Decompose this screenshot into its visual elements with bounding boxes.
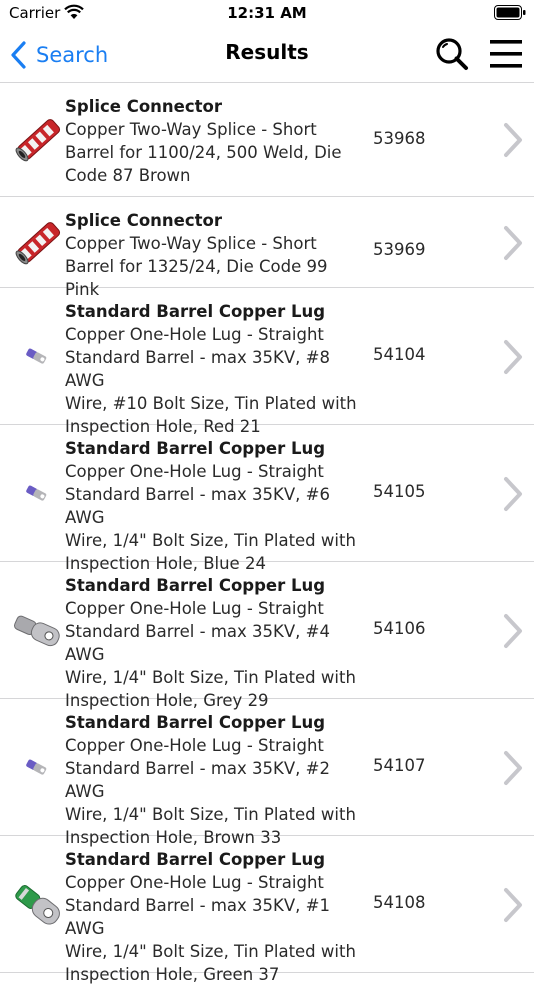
result-description-line: Copper One-Hole Lug - Straight xyxy=(65,736,324,755)
menu-button[interactable] xyxy=(488,36,524,72)
result-description-line: Standard Barrel - max 35KV, #2 AWG xyxy=(65,759,330,801)
result-part-number: 54106 xyxy=(373,619,426,638)
result-description-line: Copper One-Hole Lug - Straight xyxy=(65,325,324,344)
result-description-line: Barrel for 1100/24, 500 Weld, Die xyxy=(65,143,342,162)
chevron-right-icon xyxy=(504,887,522,922)
result-row[interactable]: Standard Barrel Copper Lug Copper One-Hol… xyxy=(0,699,534,847)
chevron-right-icon xyxy=(504,339,522,374)
result-text: Standard Barrel Copper Lug Copper One-Hol… xyxy=(65,574,365,712)
status-time: 12:31 AM xyxy=(227,4,307,22)
results-list: Splice Connector Copper Two-Way Splice - … xyxy=(0,83,534,984)
result-text: Standard Barrel Copper Lug Copper One-Hol… xyxy=(65,711,365,849)
result-text: Standard Barrel Copper Lug Copper One-Hol… xyxy=(65,848,365,986)
result-text: Splice Connector Copper Two-Way Splice - … xyxy=(65,95,365,187)
result-description-line: Standard Barrel - max 35KV, #1 AWG xyxy=(65,896,330,938)
result-description-line: Copper Two-Way Splice - Short xyxy=(65,234,317,253)
splice-connector-red-icon xyxy=(12,112,64,168)
chevron-left-icon xyxy=(11,41,26,69)
battery-icon xyxy=(494,5,526,20)
result-name: Standard Barrel Copper Lug xyxy=(65,439,326,458)
chevron-right-icon xyxy=(504,123,522,157)
result-part-number: 54105 xyxy=(373,482,426,501)
lug-green-large-icon xyxy=(12,877,64,933)
result-part-number: 54107 xyxy=(373,756,426,775)
result-name: Standard Barrel Copper Lug xyxy=(65,713,326,732)
result-description-line: Inspection Hole, Green 37 xyxy=(65,965,280,984)
navigation-bar: Search Results xyxy=(0,28,534,83)
result-description-line: Wire, #10 Bolt Size, Tin Plated with xyxy=(65,394,357,413)
result-description-line: Wire, 1/4" Bolt Size, Tin Plated with xyxy=(65,805,356,824)
result-row[interactable]: Standard Barrel Copper Lug Copper One-Hol… xyxy=(0,425,534,573)
result-name: Standard Barrel Copper Lug xyxy=(65,850,326,869)
result-name: Splice Connector xyxy=(65,97,222,116)
result-description-line: Standard Barrel - max 35KV, #4 AWG xyxy=(65,622,330,664)
result-description-line: Copper One-Hole Lug - Straight xyxy=(65,599,324,618)
result-name: Standard Barrel Copper Lug xyxy=(65,576,326,595)
result-description-line: Code 87 Brown xyxy=(65,166,191,185)
hamburger-menu-icon xyxy=(490,40,522,68)
chevron-right-icon xyxy=(504,750,522,785)
status-bar: Carrier 12:31 AM xyxy=(0,0,534,28)
result-description-line: Wire, 1/4" Bolt Size, Tin Plated with xyxy=(65,942,356,961)
search-icon xyxy=(436,38,468,70)
result-description-line: Copper One-Hole Lug - Straight xyxy=(65,462,324,481)
result-description-line: Copper Two-Way Splice - Short xyxy=(65,120,317,139)
result-row[interactable]: Standard Barrel Copper Lug Copper One-Hol… xyxy=(0,836,534,984)
search-button[interactable] xyxy=(434,36,470,72)
result-description-line: Standard Barrel - max 35KV, #6 AWG xyxy=(65,485,330,527)
result-description-line: Wire, 1/4" Bolt Size, Tin Plated with xyxy=(65,531,356,550)
lug-purple-small-icon xyxy=(12,740,64,796)
result-description-line: Standard Barrel - max 35KV, #8 AWG xyxy=(65,348,330,390)
back-button-label: Search xyxy=(36,43,109,67)
result-row[interactable]: Splice Connector Copper Two-Way Splice - … xyxy=(0,83,534,197)
splice-connector-red-icon xyxy=(12,215,64,271)
lug-purple-small-icon xyxy=(12,466,64,522)
chevron-right-icon xyxy=(504,476,522,511)
result-part-number: 54104 xyxy=(373,345,426,364)
chevron-right-icon xyxy=(504,613,522,648)
result-name: Standard Barrel Copper Lug xyxy=(65,302,326,321)
result-part-number: 53968 xyxy=(373,129,426,148)
result-description-line: Copper One-Hole Lug - Straight xyxy=(65,873,324,892)
result-row[interactable]: Standard Barrel Copper Lug Copper One-Hol… xyxy=(0,562,534,710)
result-part-number: 53969 xyxy=(373,240,426,259)
result-part-number: 54108 xyxy=(373,893,426,912)
result-name: Splice Connector xyxy=(65,211,222,230)
result-text: Standard Barrel Copper Lug Copper One-Hol… xyxy=(65,300,365,438)
result-row[interactable]: Standard Barrel Copper Lug Copper One-Hol… xyxy=(0,288,534,436)
chevron-right-icon xyxy=(504,225,522,260)
back-button[interactable]: Search xyxy=(10,38,108,72)
result-text: Standard Barrel Copper Lug Copper One-Hol… xyxy=(65,437,365,575)
result-row[interactable]: Splice Connector Copper Two-Way Splice - … xyxy=(0,197,534,299)
lug-purple-small-icon xyxy=(12,329,64,385)
result-description-line: Wire, 1/4" Bolt Size, Tin Plated with xyxy=(65,668,356,687)
lug-grey-large-icon xyxy=(12,603,64,659)
